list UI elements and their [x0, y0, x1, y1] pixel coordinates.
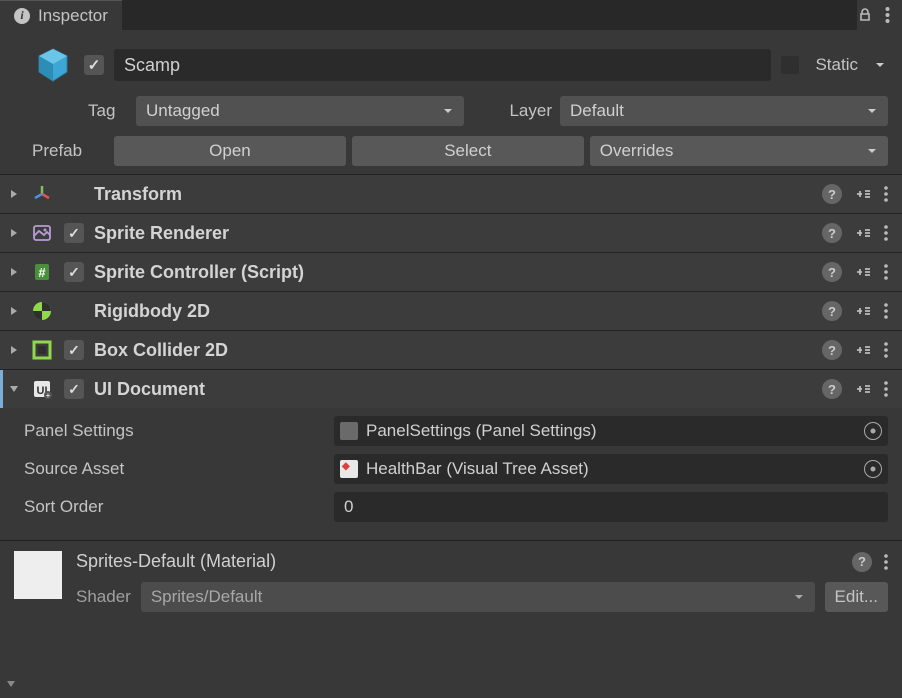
chevron-down-icon: [442, 105, 454, 117]
component-menu-icon[interactable]: [884, 303, 888, 319]
static-checkbox[interactable]: [781, 56, 799, 74]
transform-icon: [30, 182, 54, 206]
help-icon[interactable]: ?: [822, 301, 842, 321]
object-picker-icon[interactable]: [864, 460, 882, 478]
context-menu-icon[interactable]: [885, 6, 890, 24]
help-icon[interactable]: ?: [822, 262, 842, 282]
active-checkbox[interactable]: [84, 55, 104, 75]
component-header[interactable]: Sprite Renderer ?: [0, 214, 902, 252]
help-icon[interactable]: ?: [822, 340, 842, 360]
component-box-collider-2d: Box Collider 2D ?: [0, 330, 902, 369]
component-title: Sprite Controller (Script): [94, 262, 812, 283]
prefab-select-button[interactable]: Select: [352, 136, 584, 166]
panel-settings-field[interactable]: PanelSettings (Panel Settings): [334, 416, 888, 446]
lock-icon[interactable]: [857, 7, 873, 23]
component-header[interactable]: Transform ?: [0, 175, 902, 213]
layer-dropdown[interactable]: Default: [560, 96, 888, 126]
help-icon[interactable]: ?: [822, 223, 842, 243]
component-header[interactable]: UI+ UI Document ?: [0, 370, 902, 408]
chevron-down-icon: [866, 105, 878, 117]
panel-settings-label: Panel Settings: [24, 421, 334, 441]
svg-text:#: #: [38, 265, 46, 280]
chevron-down-icon: [866, 145, 878, 157]
component-ui-document: UI+ UI Document ? Panel Settings PanelSe…: [0, 369, 902, 540]
source-asset-field[interactable]: ◆ HealthBar (Visual Tree Asset): [334, 454, 888, 484]
static-label: Static: [809, 55, 862, 75]
component-enabled-checkbox[interactable]: [64, 223, 84, 243]
foldout-icon[interactable]: [8, 267, 20, 277]
material-menu-icon[interactable]: [884, 554, 888, 570]
tab-title: Inspector: [38, 6, 108, 26]
component-sprite-renderer: Sprite Renderer ?: [0, 213, 902, 252]
preset-icon[interactable]: [854, 302, 872, 320]
material-section: Sprites-Default (Material) ? Shader Spri…: [0, 540, 902, 622]
material-name: Sprites-Default (Material): [76, 551, 852, 572]
uxml-asset-icon: ◆: [340, 460, 358, 478]
preset-icon[interactable]: [854, 263, 872, 281]
component-menu-icon[interactable]: [884, 186, 888, 202]
component-enabled-checkbox[interactable]: [64, 262, 84, 282]
svg-text:+: +: [46, 391, 51, 400]
component-title: Transform: [94, 184, 812, 205]
shader-label: Shader: [76, 587, 131, 607]
static-dropdown-icon[interactable]: [872, 59, 888, 71]
sort-order-input[interactable]: [334, 492, 888, 522]
component-enabled-checkbox[interactable]: [64, 340, 84, 360]
prefab-cube-icon: [32, 44, 74, 86]
help-icon[interactable]: ?: [852, 552, 872, 572]
script-icon: #: [30, 260, 54, 284]
sort-order-label: Sort Order: [24, 497, 334, 517]
component-rigidbody-2d: Rigidbody 2D ?: [0, 291, 902, 330]
component-enabled-checkbox[interactable]: [64, 379, 84, 399]
chevron-down-icon: [793, 591, 805, 603]
foldout-icon[interactable]: [8, 345, 20, 355]
preset-icon[interactable]: [854, 380, 872, 398]
component-header[interactable]: # Sprite Controller (Script) ?: [0, 253, 902, 291]
foldout-icon[interactable]: [8, 189, 20, 199]
tag-dropdown[interactable]: Untagged: [136, 96, 464, 126]
shader-edit-button[interactable]: Edit...: [825, 582, 888, 612]
foldout-icon[interactable]: [8, 306, 20, 316]
info-icon: i: [14, 8, 30, 24]
component-title: Box Collider 2D: [94, 340, 812, 361]
panel-settings-asset-icon: [340, 422, 358, 440]
shader-dropdown[interactable]: Sprites/Default: [141, 582, 815, 612]
foldout-icon[interactable]: [8, 384, 20, 394]
prefab-label: Prefab: [32, 141, 108, 161]
preset-icon[interactable]: [854, 185, 872, 203]
component-sprite-controller: # Sprite Controller (Script) ?: [0, 252, 902, 291]
component-title: Rigidbody 2D: [94, 301, 812, 322]
component-menu-icon[interactable]: [884, 225, 888, 241]
component-header[interactable]: Rigidbody 2D ?: [0, 292, 902, 330]
gameobject-name-input[interactable]: [114, 49, 771, 81]
component-header[interactable]: Box Collider 2D ?: [0, 331, 902, 369]
preset-icon[interactable]: [854, 224, 872, 242]
component-title: UI Document: [94, 379, 812, 400]
help-icon[interactable]: ?: [822, 379, 842, 399]
object-picker-icon[interactable]: [864, 422, 882, 440]
ui-document-icon: UI+: [30, 377, 54, 401]
component-transform: Transform ?: [0, 174, 902, 213]
preset-icon[interactable]: [854, 341, 872, 359]
component-menu-icon[interactable]: [884, 264, 888, 280]
component-title: Sprite Renderer: [94, 223, 812, 244]
prefab-overrides-dropdown[interactable]: Overrides: [590, 136, 888, 166]
tag-label: Tag: [88, 101, 128, 121]
component-menu-icon[interactable]: [884, 381, 888, 397]
material-foldout-icon[interactable]: [6, 676, 16, 694]
tab-bar: i Inspector: [0, 0, 902, 30]
prefab-open-button[interactable]: Open: [114, 136, 346, 166]
gameobject-header: Static Tag Untagged Layer Default Prefab…: [0, 30, 902, 174]
component-body: Panel Settings PanelSettings (Panel Sett…: [0, 408, 902, 540]
foldout-icon[interactable]: [8, 228, 20, 238]
layer-label: Layer: [492, 101, 552, 121]
material-preview-thumbnail[interactable]: [14, 551, 62, 599]
component-menu-icon[interactable]: [884, 342, 888, 358]
inspector-tab[interactable]: i Inspector: [0, 0, 122, 30]
help-icon[interactable]: ?: [822, 184, 842, 204]
source-asset-label: Source Asset: [24, 459, 334, 479]
box-collider-icon: [30, 338, 54, 362]
rigidbody-icon: [30, 299, 54, 323]
sprite-renderer-icon: [30, 221, 54, 245]
